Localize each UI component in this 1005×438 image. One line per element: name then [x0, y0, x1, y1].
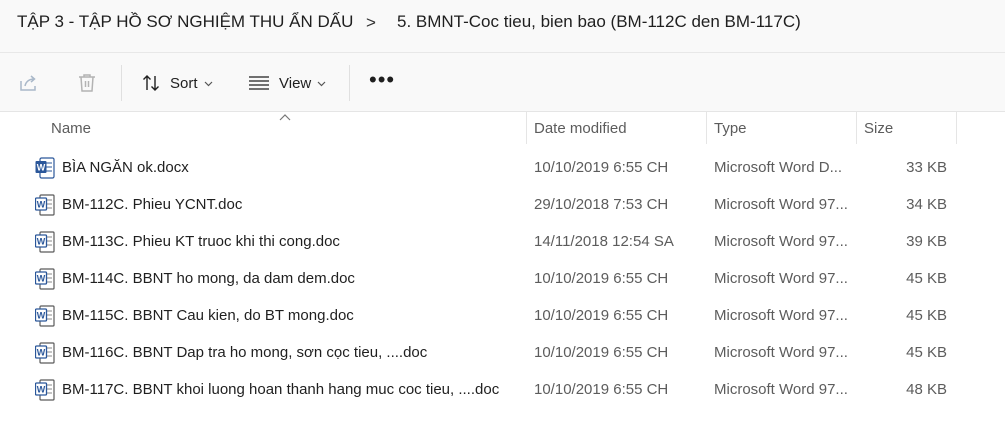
file-type: Microsoft Word D... [714, 159, 843, 176]
file-date: 10/10/2019 6:55 CH [534, 344, 669, 361]
file-row[interactable]: W BM-117C. BBNT khoi luong hoan thanh ha… [0, 372, 1005, 409]
share-button[interactable] [17, 70, 39, 96]
svg-text:W: W [37, 200, 46, 210]
file-name: BM-114C. BBNT ho mong, da dam dem.doc [62, 270, 355, 287]
word-docx-icon: W [35, 157, 55, 184]
file-date: 29/10/2018 7:53 CH [534, 196, 669, 213]
file-size: 33 KB [906, 159, 947, 176]
column-divider[interactable] [526, 112, 527, 144]
file-date: 10/10/2019 6:55 CH [534, 159, 669, 176]
breadcrumb-item-current[interactable]: 5. BMNT-Coc tieu, bien bao (BM-112C den … [397, 12, 801, 32]
column-header-date[interactable]: Date modified [534, 120, 627, 137]
file-type: Microsoft Word 97... [714, 307, 848, 324]
file-size: 39 KB [906, 233, 947, 250]
column-header-row: Name Date modified Type Size [0, 112, 1005, 144]
file-date: 10/10/2019 6:55 CH [534, 270, 669, 287]
file-name: BM-116C. BBNT Dap tra ho mong, sơn cọc t… [62, 344, 428, 361]
chevron-down-icon [204, 74, 213, 92]
column-header-name[interactable]: Name [51, 120, 91, 137]
file-date: 10/10/2019 6:55 CH [534, 307, 669, 324]
file-name: BM-113C. Phieu KT truoc khi thi cong.doc [62, 233, 340, 250]
file-row[interactable]: W BM-114C. BBNT ho mong, da dam dem.doc … [0, 261, 1005, 298]
file-type: Microsoft Word 97... [714, 381, 848, 398]
file-type: Microsoft Word 97... [714, 344, 848, 361]
sort-ascending-icon [279, 112, 291, 124]
word-doc-icon: W [34, 342, 55, 369]
command-bar: Sort View ••• [0, 53, 1005, 112]
svg-text:W: W [37, 163, 46, 173]
column-divider[interactable] [956, 112, 957, 144]
word-doc-icon: W [34, 305, 55, 332]
toolbar-divider [121, 65, 122, 101]
chevron-down-icon [317, 74, 326, 92]
breadcrumb-separator: > [366, 13, 376, 32]
file-name: BM-117C. BBNT khoi luong hoan thanh hang… [62, 381, 500, 398]
file-row[interactable]: W BM-116C. BBNT Dap tra ho mong, sơn cọc… [0, 335, 1005, 372]
view-list-icon [248, 75, 270, 91]
file-row[interactable]: W BM-113C. Phieu KT truoc khi thi cong.d… [0, 224, 1005, 261]
breadcrumb-item-parent[interactable]: TẬP 3 - TẬP HỒ SƠ NGHIỆM THU ẨN DẤU [17, 12, 353, 32]
word-doc-icon: W [34, 194, 55, 221]
file-name: BÌA NGĂN ok.docx [62, 159, 189, 176]
svg-text:W: W [37, 385, 46, 395]
file-size: 48 KB [906, 381, 947, 398]
column-header-type[interactable]: Type [714, 120, 747, 137]
sort-button[interactable]: Sort [141, 70, 213, 96]
file-type: Microsoft Word 97... [714, 233, 848, 250]
file-date: 14/11/2018 12:54 SA [534, 233, 674, 250]
file-date: 10/10/2019 6:55 CH [534, 381, 669, 398]
file-size: 45 KB [906, 307, 947, 324]
file-size: 45 KB [906, 344, 947, 361]
file-row[interactable]: W BÌA NGĂN ok.docx 10/10/2019 6:55 CH Mi… [0, 150, 1005, 187]
sort-icon [141, 73, 161, 93]
word-doc-icon: W [34, 379, 55, 406]
file-name: BM-115C. BBNT Cau kien, do BT mong.doc [62, 307, 354, 324]
word-doc-icon: W [34, 231, 55, 258]
file-size: 34 KB [906, 196, 947, 213]
file-type: Microsoft Word 97... [714, 196, 848, 213]
file-type: Microsoft Word 97... [714, 270, 848, 287]
file-row[interactable]: W BM-115C. BBNT Cau kien, do BT mong.doc… [0, 298, 1005, 335]
delete-button[interactable] [77, 70, 97, 96]
svg-text:W: W [37, 274, 46, 284]
svg-text:W: W [37, 311, 46, 321]
svg-text:W: W [37, 237, 46, 247]
share-icon [17, 72, 39, 94]
column-divider[interactable] [706, 112, 707, 144]
file-size: 45 KB [906, 270, 947, 287]
file-row[interactable]: W BM-112C. Phieu YCNT.doc 29/10/2018 7:5… [0, 187, 1005, 224]
svg-text:W: W [37, 348, 46, 358]
file-name: BM-112C. Phieu YCNT.doc [62, 196, 243, 213]
more-options-button[interactable]: ••• [369, 67, 395, 93]
view-label: View [279, 74, 312, 92]
column-header-size[interactable]: Size [864, 120, 893, 137]
trash-icon [77, 72, 97, 94]
word-doc-icon: W [34, 268, 55, 295]
sort-label: Sort [170, 74, 198, 92]
column-divider[interactable] [856, 112, 857, 144]
file-list: W BÌA NGĂN ok.docx 10/10/2019 6:55 CH Mi… [0, 150, 1005, 409]
toolbar-divider [349, 65, 350, 101]
breadcrumb: TẬP 3 - TẬP HỒ SƠ NGHIỆM THU ẨN DẤU > 5.… [0, 0, 1005, 53]
view-button[interactable]: View [248, 70, 326, 96]
